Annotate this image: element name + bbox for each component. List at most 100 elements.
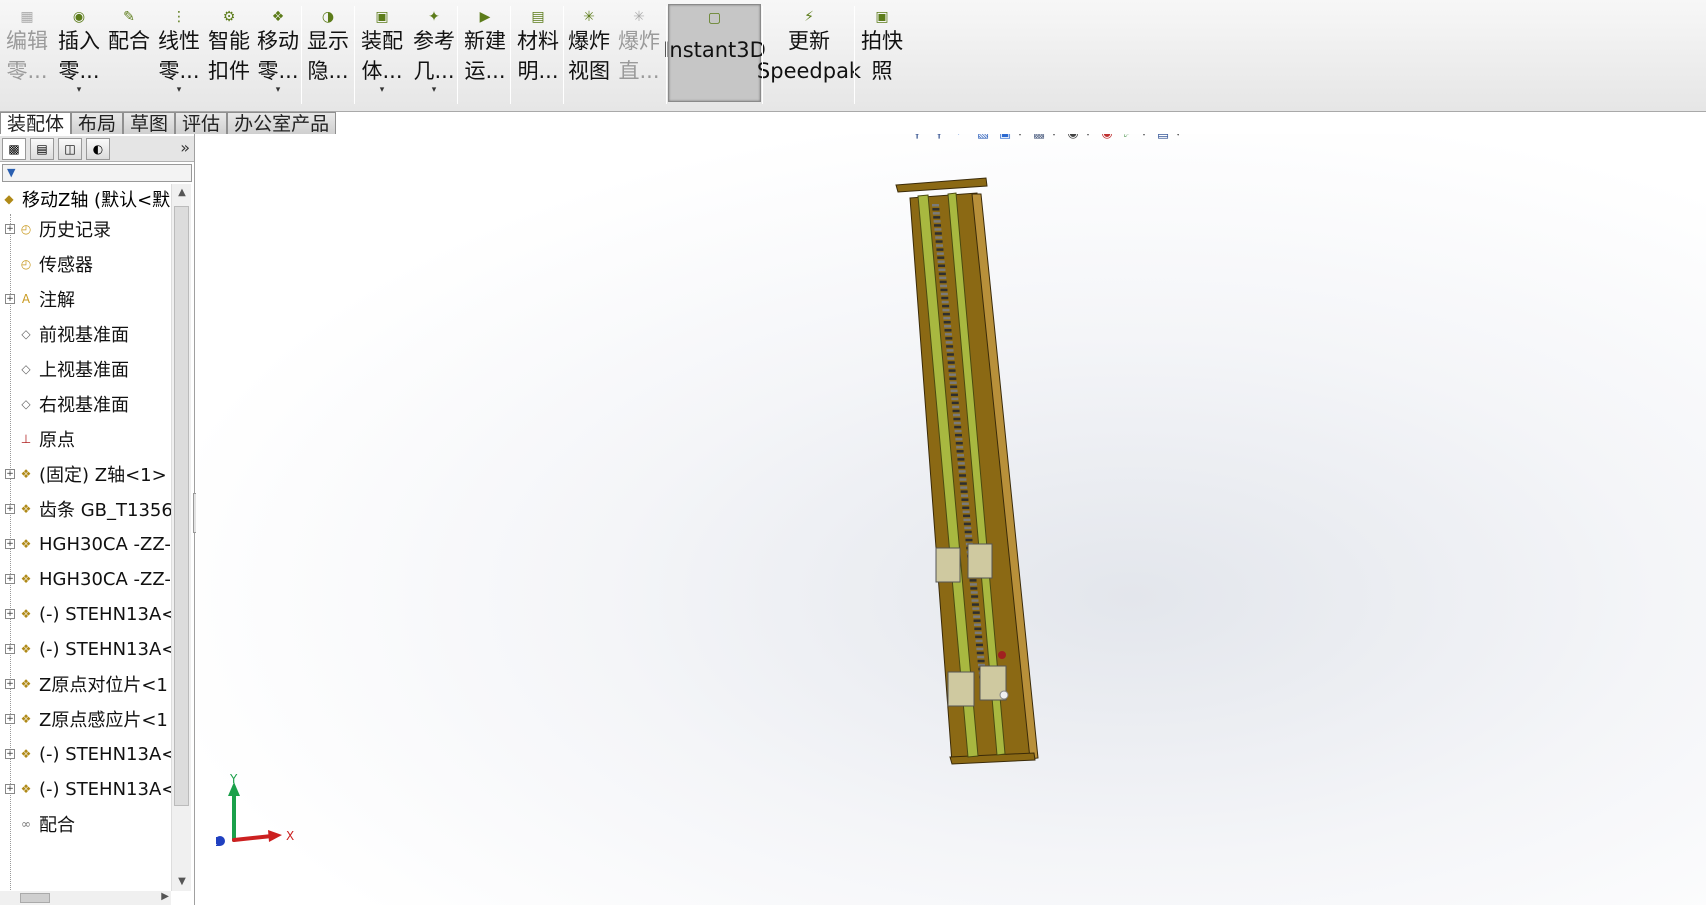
rack-tooth — [962, 510, 970, 514]
toolbar-button-mate[interactable]: ✎ 配合 — [105, 4, 153, 106]
rack-tooth — [942, 308, 950, 312]
scroll-thumb[interactable] — [174, 206, 189, 806]
dropdown-arrow-icon[interactable]: ▾ — [276, 86, 281, 95]
tree-item[interactable]: + ❖ 齿条 GB_T1356 — [0, 494, 171, 524]
part-icon: ❖ — [20, 677, 32, 691]
tree-item[interactable]: + ❖ (-) STEHN13A< — [0, 774, 171, 804]
tree-item[interactable]: + ❖ HGH30CA -ZZ- — [0, 564, 171, 594]
toolbar-button-update-speedpak[interactable]: ⚡ 更新 Speedpak — [757, 4, 861, 106]
toolbar-button-instant3d[interactable]: ▢ Instant3D — [663, 4, 766, 102]
expand-toggle-icon[interactable]: + — [5, 469, 15, 479]
tree-item-label: 注解 — [39, 290, 75, 311]
toolbar-button-explode-line-sketch[interactable]: ✳ 爆炸 直... — [614, 4, 664, 106]
tab-4[interactable]: 办公室产品 — [227, 112, 337, 135]
toolbar-button-new-motion-study[interactable]: ▶ 新建 运... — [460, 4, 510, 106]
dropdown-arrow-icon[interactable]: ▾ — [177, 86, 182, 95]
sensors-folder-icon: ◴ — [20, 257, 32, 271]
rack-tooth — [932, 208, 940, 211]
expand-toggle-icon[interactable]: + — [5, 644, 15, 654]
toolbar-button-insert-component[interactable]: ◉ 插入 零... ▾ — [54, 4, 104, 106]
assembly-model[interactable] — [196, 134, 1706, 905]
expand-toggle-icon[interactable]: + — [5, 749, 15, 759]
scroll-up-arrow[interactable]: ▲ — [172, 184, 192, 202]
tree-item[interactable]: ◇ 右视基准面 — [0, 389, 129, 419]
origin-sensing-tab — [999, 690, 1009, 700]
tree-item[interactable]: + ◴ 历史记录 — [0, 214, 111, 244]
tree-item[interactable]: ⊥ 原点 — [0, 424, 75, 454]
hscroll-thumb[interactable] — [20, 893, 50, 903]
rack-tooth — [959, 478, 967, 481]
expand-toggle-icon[interactable]: + — [5, 609, 15, 619]
tree-item-label: 前视基准面 — [39, 325, 129, 346]
tree-item[interactable]: ◴ 传感器 — [0, 249, 93, 279]
tab-1[interactable]: 布局 — [71, 112, 124, 135]
take-snapshot-icon: ▣ — [875, 9, 889, 25]
property-manager-tab[interactable]: ▤ — [30, 138, 54, 160]
rack-tooth — [940, 292, 948, 296]
tree-item[interactable]: + ❖ (-) STEHN13A< — [0, 634, 171, 664]
tree-root-label: 移动Z轴 (默认<默 — [22, 190, 171, 211]
rack-tooth — [977, 659, 985, 663]
expand-toggle-icon[interactable]: + — [5, 679, 15, 689]
toolbar-button-label: 爆炸 — [568, 29, 610, 53]
part-icon: ❖ — [20, 642, 32, 656]
toolbar-button-edit-component[interactable]: ▦ 编辑 零... — [2, 4, 52, 106]
tab-3[interactable]: 评估 — [175, 112, 228, 135]
expand-toggle-icon[interactable]: + — [5, 504, 15, 514]
tree-root-assembly[interactable]: ◆ 移动Z轴 (默认<默 — [0, 184, 170, 214]
tree-item[interactable]: ∞ 配合 — [0, 809, 75, 839]
dropdown-arrow-icon[interactable]: ▾ — [77, 86, 82, 95]
tree-item[interactable]: + ❖ (固定) Z轴<1> ( — [0, 459, 171, 489]
expand-toggle-icon[interactable]: + — [5, 224, 15, 234]
dropdown-arrow-icon[interactable]: ▾ — [380, 86, 385, 95]
tree-filter[interactable]: ▼▼ — [2, 164, 192, 182]
tree-vertical-scrollbar[interactable]: ▲ ▼ — [171, 184, 191, 891]
carriage-block-left-top — [935, 547, 961, 583]
toolbar-button-move-component[interactable]: ❖ 移动 零... ▾ — [254, 4, 302, 106]
triad-x-arrow — [268, 830, 282, 842]
toolbar-button-take-snapshot[interactable]: ▣ 拍快照 — [856, 4, 908, 106]
triad-x-axis — [232, 834, 274, 842]
rack-tooth — [974, 631, 982, 635]
toolbar-button-linear-pattern[interactable]: ⋮ 线性 零... ▾ — [155, 4, 203, 106]
toolbar-button-show-hide[interactable]: ◑ 显示 隐... — [305, 4, 351, 106]
feature-manager-tab[interactable]: ▩ — [2, 138, 26, 160]
feature-tree: ◆ 移动Z轴 (默认<默 + ◴ 历史记录 ◴ 传感器 + A 注解 ◇ 前视基准面 ◇ 上视基准面 ◇… — [0, 184, 171, 891]
tree-item-label: (固定) Z轴<1> ( — [39, 465, 171, 486]
display-manager-tab[interactable]: ◐ — [86, 138, 110, 160]
tab-0[interactable]: 装配体 — [0, 112, 72, 135]
scroll-right-arrow[interactable]: ▶ — [161, 891, 169, 902]
expand-toggle-icon[interactable]: + — [5, 784, 15, 794]
rack-tooth — [932, 204, 939, 207]
tree-item[interactable]: + A 注解 — [0, 284, 75, 314]
tree-item[interactable]: + ❖ (-) STEHN13A< — [0, 599, 171, 629]
tree-item[interactable]: + ❖ HGH30CA -ZZ- — [0, 529, 171, 559]
tree-item[interactable]: + ❖ (-) STEHN13A< — [0, 739, 171, 769]
tree-horizontal-scrollbar[interactable]: ▶ — [0, 891, 171, 905]
tree-item[interactable]: + ❖ Z原点感应片<1 — [0, 704, 168, 734]
toolbar-button-reference-geometry[interactable]: ✦ 参考 几... ▾ — [409, 4, 459, 106]
tab-2[interactable]: 草图 — [123, 112, 176, 135]
expand-toggle-icon[interactable]: + — [5, 574, 15, 584]
rack-tooth — [941, 296, 949, 300]
expand-toggle-icon[interactable]: + — [5, 714, 15, 724]
configuration-manager-tab[interactable]: ◫ — [58, 138, 82, 160]
expand-panel-button[interactable]: » — [180, 138, 190, 157]
toolbar-button-assembly-features[interactable]: ▣ 装配 体... ▾ — [357, 4, 407, 106]
toolbar-button-exploded-view[interactable]: ✳ 爆炸 视图 — [565, 4, 613, 106]
expand-toggle-icon[interactable]: + — [5, 539, 15, 549]
command-manager-tabs: 装配体 布局 草图 评估 办公室产品 — [0, 112, 337, 135]
expand-toggle-icon[interactable]: + — [5, 294, 15, 304]
toolbar-separator — [510, 6, 511, 104]
dropdown-arrow-icon[interactable]: ▾ — [432, 86, 437, 95]
rack-tooth — [955, 441, 963, 445]
tree-item[interactable]: ◇ 前视基准面 — [0, 319, 129, 349]
toolbar-button-smart-fasteners[interactable]: ⚙ 智能 扣件 — [205, 4, 253, 106]
scroll-down-arrow[interactable]: ▼ — [172, 873, 192, 891]
toolbar-button-label: 显示 — [307, 29, 349, 53]
tree-item[interactable]: ◇ 上视基准面 — [0, 354, 129, 384]
graphics-area[interactable]: ⚲⚲↶▧▣▾▩▾◉▾◉☄▾▤▾ Y X Z — [196, 134, 1706, 905]
toolbar-button-bill-of-materials[interactable]: ▤ 材料 明... — [513, 4, 563, 106]
tree-item[interactable]: + ❖ Z原点对位片<1 — [0, 669, 168, 699]
annotations-folder-icon: A — [21, 292, 31, 306]
